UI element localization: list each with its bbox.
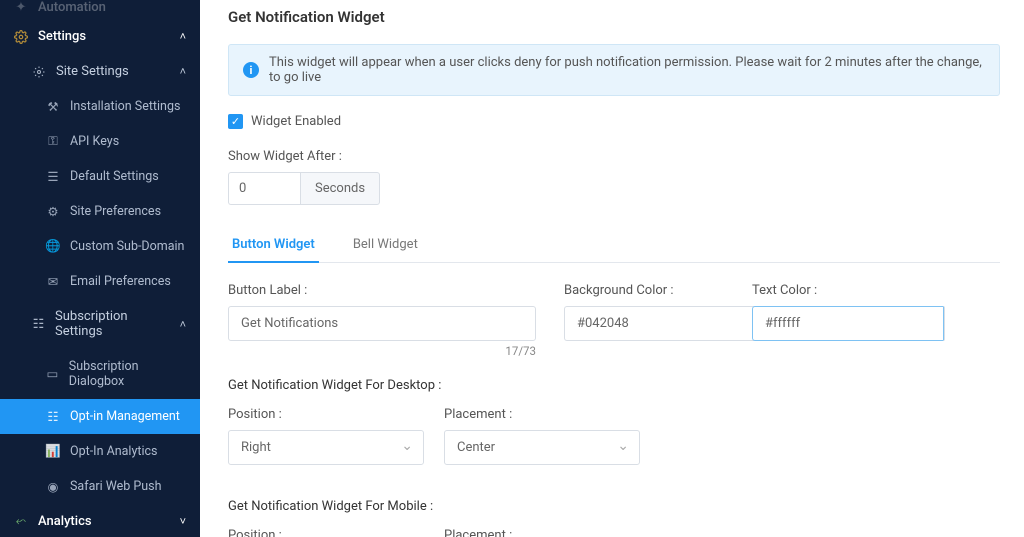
sidebar-item-optin-analytics[interactable]: 📊 Opt-In Analytics — [0, 434, 200, 469]
wrench-icon: ⚒ — [46, 100, 60, 114]
gear-icon — [14, 30, 28, 44]
label: Site Preferences — [70, 204, 161, 219]
chevron-up-icon: ˄ — [180, 30, 186, 43]
desktop-placement-label: Placement : — [444, 407, 640, 422]
tab-bell-widget[interactable]: Bell Widget — [349, 229, 422, 262]
sidebar-item-sub-dialog[interactable]: ▭ Subscription Dialogbox — [0, 349, 200, 399]
label: Opt-in Management — [70, 409, 180, 424]
main-content: Get Notification Widget i This widget wi… — [200, 0, 1024, 537]
label: Automation — [38, 0, 106, 15]
mobile-position-label: Position : — [228, 528, 424, 537]
label: Email Preferences — [70, 274, 171, 289]
label: API Keys — [70, 134, 119, 149]
sidebar-item-analytics[interactable]: ⬿ Analytics ˅ — [0, 504, 200, 537]
text-color-label: Text Color : — [752, 283, 912, 298]
manage-icon: ☷ — [46, 410, 60, 424]
sidebar-item-installation[interactable]: ⚒ Installation Settings — [0, 89, 200, 124]
label: Settings — [38, 29, 86, 44]
safari-icon: ◉ — [46, 480, 60, 494]
button-label-input[interactable] — [228, 306, 536, 341]
show-after-label: Show Widget After : — [228, 149, 1000, 164]
sliders-icon: ⚙ — [46, 205, 60, 219]
chevron-up-icon: ˄ — [180, 65, 186, 78]
show-after-field: Seconds — [228, 172, 1000, 205]
label: Installation Settings — [70, 99, 180, 114]
label: Analytics — [38, 514, 92, 529]
sidebar-item-subscription[interactable]: ☷ Subscription Settings ˄ — [0, 299, 200, 349]
sidebar-item-automation[interactable]: ✦ Automation — [0, 0, 200, 19]
desktop-placement-select[interactable]: Center — [444, 430, 640, 465]
sidebar-item-optin-mgmt[interactable]: ☷ Opt-in Management — [0, 399, 200, 434]
bg-color-input[interactable] — [564, 306, 755, 341]
sidebar-item-site-settings[interactable]: Site Settings ˄ — [0, 54, 200, 89]
label: Opt-In Analytics — [70, 444, 158, 459]
sidebar-item-default-settings[interactable]: ☰ Default Settings — [0, 159, 200, 194]
gear-icon — [32, 65, 46, 79]
button-label-label: Button Label : — [228, 283, 536, 298]
chevron-down-icon: ˅ — [180, 515, 186, 528]
chevron-up-icon: ˄ — [180, 318, 186, 331]
key-icon: ⚿ — [46, 135, 60, 149]
analytics-icon: ⬿ — [14, 515, 28, 529]
page-title: Get Notification Widget — [228, 8, 1000, 26]
checkbox-label: Widget Enabled — [251, 114, 341, 129]
sidebar: ✦ Automation Settings ˄ Site Settings ˄ … — [0, 0, 200, 537]
automation-icon: ✦ — [14, 1, 28, 15]
list-icon: ☷ — [32, 317, 45, 331]
sidebar-item-settings[interactable]: Settings ˄ — [0, 19, 200, 54]
label: Subscription Settings — [55, 309, 170, 339]
text-color-swatch[interactable] — [943, 306, 945, 341]
text-color-input[interactable] — [752, 306, 943, 341]
widget-enabled-row[interactable]: ✓ Widget Enabled — [228, 114, 1000, 129]
info-banner: i This widget will appear when a user cl… — [228, 44, 1000, 96]
chart-icon: 📊 — [46, 445, 60, 459]
dialog-icon: ▭ — [46, 367, 59, 381]
show-after-input[interactable] — [228, 172, 300, 205]
desktop-section-title: Get Notification Widget For Desktop : — [228, 378, 1000, 393]
info-text: This widget will appear when a user clic… — [269, 55, 985, 85]
button-label-counter: 17/73 — [228, 344, 536, 358]
sidebar-item-api-keys[interactable]: ⚿ API Keys — [0, 124, 200, 159]
tabs: Button Widget Bell Widget — [228, 229, 1000, 263]
label: Site Settings — [56, 64, 129, 79]
label: Default Settings — [70, 169, 159, 184]
desktop-position-select[interactable]: Right — [228, 430, 424, 465]
checkbox-checked-icon[interactable]: ✓ — [228, 114, 243, 129]
sidebar-item-custom-sub[interactable]: 🌐 Custom Sub-Domain — [0, 229, 200, 264]
tab-button-widget[interactable]: Button Widget — [228, 229, 319, 262]
sidebar-item-site-prefs[interactable]: ⚙ Site Preferences — [0, 194, 200, 229]
desktop-position-label: Position : — [228, 407, 424, 422]
label: Subscription Dialogbox — [69, 359, 186, 389]
mobile-section-title: Get Notification Widget For Mobile : — [228, 499, 1000, 514]
mail-icon: ✉ — [46, 275, 60, 289]
bg-color-label: Background Color : — [564, 283, 724, 298]
sidebar-item-email-prefs[interactable]: ✉ Email Preferences — [0, 264, 200, 299]
seconds-addon: Seconds — [300, 172, 380, 205]
label: Custom Sub-Domain — [70, 239, 184, 254]
sliders-icon: ☰ — [46, 170, 60, 184]
mobile-placement-label: Placement : — [444, 528, 640, 537]
label: Safari Web Push — [70, 479, 162, 494]
globe-icon: 🌐 — [46, 240, 60, 254]
info-icon: i — [243, 62, 259, 78]
sidebar-item-safari[interactable]: ◉ Safari Web Push — [0, 469, 200, 504]
